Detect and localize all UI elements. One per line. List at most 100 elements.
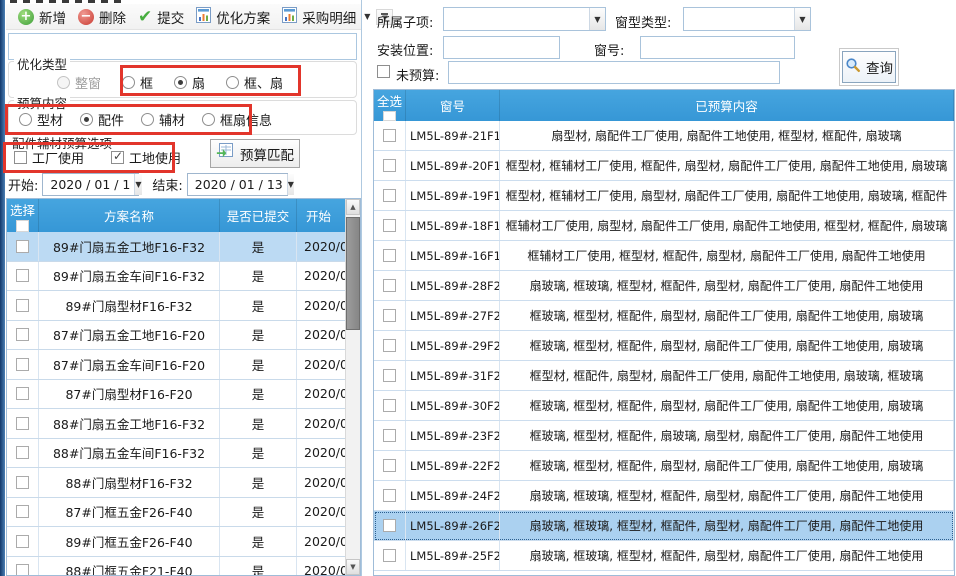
submit-button[interactable]: ✔ 提交 (132, 5, 190, 29)
window-row[interactable]: LM5L-89#-21F19扇型材, 扇配件工厂使用, 扇配件工地使用, 框型材… (374, 121, 954, 151)
row-checkbox[interactable] (16, 387, 29, 400)
radio-frame[interactable]: 框 (122, 73, 153, 92)
budget-match-button[interactable]: 预算匹配 (210, 139, 300, 168)
plan-row[interactable]: 87#门扇型材F16-F20是2020/0 (7, 380, 360, 410)
row-checkbox[interactable] (16, 328, 29, 341)
row-checkbox[interactable] (16, 564, 29, 576)
row-checkbox[interactable] (383, 309, 396, 322)
plan-row[interactable]: 88#门扇五金车间F16-F32是2020/0 (7, 439, 360, 469)
row-checkbox[interactable] (16, 240, 29, 253)
window-row[interactable]: LM5L-89#-19F17框型材, 框辅材工厂使用, 扇型材, 扇配件工厂使用… (374, 181, 954, 211)
radio-profile[interactable]: 型材 (19, 110, 63, 129)
row-checkbox[interactable] (383, 459, 396, 472)
install-position-input[interactable] (443, 36, 560, 59)
column-header-submitted[interactable]: 是否已提交 (220, 199, 297, 232)
radio-icon (122, 76, 135, 89)
radio-auxiliary[interactable]: 辅材 (141, 110, 185, 129)
check-icon: ✔ (138, 10, 152, 24)
row-checkbox[interactable] (16, 358, 29, 371)
row-checkbox[interactable] (383, 549, 396, 562)
plan-row[interactable]: 89#门扇五金工地F16-F32是2020/0 (7, 232, 360, 262)
plan-row[interactable]: 89#门扇型材F16-F32是2020/0 (7, 291, 360, 321)
delete-button[interactable]: − 删除 (72, 5, 132, 29)
window-row[interactable]: LM5L-89#-23F21框玻璃, 框型材, 框配件, 扇玻璃, 扇型材, 扇… (374, 421, 954, 451)
plan-table-scrollbar[interactable]: ▲ ▼ (345, 199, 360, 575)
column-header-plan-name[interactable]: 方案名称 (39, 199, 220, 232)
radio-accessory[interactable]: 配件 (80, 110, 124, 129)
purchase-detail-button[interactable]: 采购明细 ▼ (276, 5, 376, 29)
checkbox-site-use[interactable]: 工地使用 (111, 148, 181, 167)
radio-whole-window[interactable]: 整窗 (57, 73, 101, 92)
row-checkbox[interactable] (383, 279, 396, 292)
query-button[interactable]: 查询 (842, 51, 896, 83)
chevron-down-icon[interactable]: ▼ (794, 8, 810, 30)
chevron-down-icon[interactable]: ▼ (589, 8, 605, 30)
window-row-checkbox-cell (374, 481, 406, 510)
plan-row[interactable]: 89#门框五金F26-F40是2020/0 (7, 527, 360, 557)
radio-frame-sash-info[interactable]: 框扇信息 (202, 110, 272, 129)
row-checkbox[interactable] (16, 476, 29, 489)
row-checkbox[interactable] (383, 489, 396, 502)
row-checkbox[interactable] (383, 249, 396, 262)
no-budget-checkbox[interactable] (377, 65, 390, 78)
plan-row[interactable]: 87#门扇五金车间F16-F20是2020/0 (7, 350, 360, 380)
optimize-plan-button[interactable]: 优化方案 (190, 5, 276, 29)
row-checkbox[interactable] (383, 189, 396, 202)
start-date-picker[interactable]: 2020 / 01 / 1 ▼ (42, 173, 139, 196)
window-type-combobox[interactable]: ▼ (683, 7, 811, 31)
radio-sash[interactable]: 扇 (174, 73, 205, 92)
plan-row[interactable]: 87#门扇五金工地F16-F20是2020/0 (7, 321, 360, 351)
row-checkbox[interactable] (16, 417, 29, 430)
row-checkbox[interactable] (16, 535, 29, 548)
chevron-down-icon[interactable]: ▼ (134, 174, 141, 195)
plan-row[interactable]: 88#门框五金F21-F40是2020/0 (7, 557, 360, 576)
select-all-checkbox[interactable] (16, 220, 29, 232)
row-checkbox[interactable] (383, 429, 396, 442)
no-budget-input[interactable] (448, 61, 780, 84)
window-row[interactable]: LM5L-89#-22F20框玻璃, 框型材, 框配件, 扇型材, 扇配件工厂使… (374, 451, 954, 481)
sub-item-combobox[interactable]: ▼ (443, 7, 606, 31)
window-row[interactable]: LM5L-89#-27F25框玻璃, 框型材, 框配件, 扇型材, 扇配件工厂使… (374, 301, 954, 331)
window-row[interactable]: LM5L-89#-16F15框辅材工厂使用, 框型材, 框配件, 扇型材, 扇配… (374, 241, 954, 271)
plan-row[interactable]: 88#门扇五金工地F16-F32是2020/0 (7, 409, 360, 439)
window-row[interactable]: LM5L-89#-30F28框玻璃, 框型材, 框配件, 扇型材, 扇配件工厂使… (374, 391, 954, 421)
row-checkbox[interactable] (383, 219, 396, 232)
row-checkbox[interactable] (383, 159, 396, 172)
new-button[interactable]: + 新增 (12, 5, 72, 29)
column-header-window-no[interactable]: 窗号 (406, 90, 500, 121)
scrollbar-thumb[interactable] (346, 217, 360, 330)
checkbox-factory-use[interactable]: 工厂使用 (14, 148, 84, 167)
window-row[interactable]: LM5L-89#-18F16框辅材工厂使用, 扇型材, 扇配件工厂使用, 扇配件… (374, 211, 954, 241)
column-header-select-all[interactable]: 全选 (374, 90, 406, 121)
scroll-down-arrow-icon[interactable]: ▼ (346, 559, 360, 575)
window-row[interactable]: LM5L-89#-28F26扇玻璃, 框玻璃, 框型材, 框配件, 扇型材, 扇… (374, 271, 954, 301)
window-row[interactable]: LM5L-89#-31F29框型材, 框配件, 扇型材, 扇配件工厂使用, 扇配… (374, 361, 954, 391)
radio-frame-sash[interactable]: 框、扇 (226, 73, 283, 92)
plan-row[interactable]: 88#门扇型材F16-F32是2020/0 (7, 468, 360, 498)
row-checkbox[interactable] (383, 369, 396, 382)
chevron-down-icon[interactable]: ▼ (287, 174, 294, 195)
sheet-arrow-icon (216, 143, 233, 164)
row-checkbox[interactable] (16, 269, 29, 282)
window-row[interactable]: LM5L-89#-24F22扇玻璃, 框玻璃, 框型材, 框配件, 扇型材, 扇… (374, 481, 954, 511)
row-checkbox[interactable] (16, 299, 29, 312)
row-checkbox[interactable] (16, 446, 29, 459)
end-date-picker[interactable]: 2020 / 01 / 13 ▼ (187, 173, 288, 196)
column-header-budgeted[interactable]: 已预算内容 (500, 90, 954, 121)
window-row[interactable]: LM5L-89#-20F18框型材, 框辅材工厂使用, 框配件, 扇型材, 扇配… (374, 151, 954, 181)
row-checkbox[interactable] (383, 519, 396, 532)
select-all-checkbox[interactable] (383, 111, 396, 121)
plan-row[interactable]: 87#门框五金F26-F40是2020/0 (7, 498, 360, 528)
window-no-input[interactable] (640, 36, 795, 59)
scroll-up-arrow-icon[interactable]: ▲ (346, 199, 360, 215)
window-row[interactable]: LM5L-89#-26F24扇玻璃, 框玻璃, 框型材, 框配件, 扇型材, 扇… (374, 511, 954, 541)
window-row[interactable]: LM5L-89#-29F27框玻璃, 框型材, 框配件, 扇型材, 扇配件工厂使… (374, 331, 954, 361)
row-checkbox[interactable] (383, 129, 396, 142)
row-checkbox[interactable] (383, 339, 396, 352)
window-row[interactable]: LM5L-89#-25F23扇玻璃, 框玻璃, 框型材, 框配件, 扇型材, 扇… (374, 541, 954, 571)
date-range-row: 开始: 2020 / 01 / 1 ▼ 结束: 2020 / 01 / 13 ▼ (8, 172, 360, 196)
row-checkbox[interactable] (16, 505, 29, 518)
column-header-select[interactable]: 选择 (7, 199, 39, 232)
row-checkbox[interactable] (383, 399, 396, 412)
plan-row[interactable]: 89#门扇五金车间F16-F32是2020/0 (7, 262, 360, 292)
